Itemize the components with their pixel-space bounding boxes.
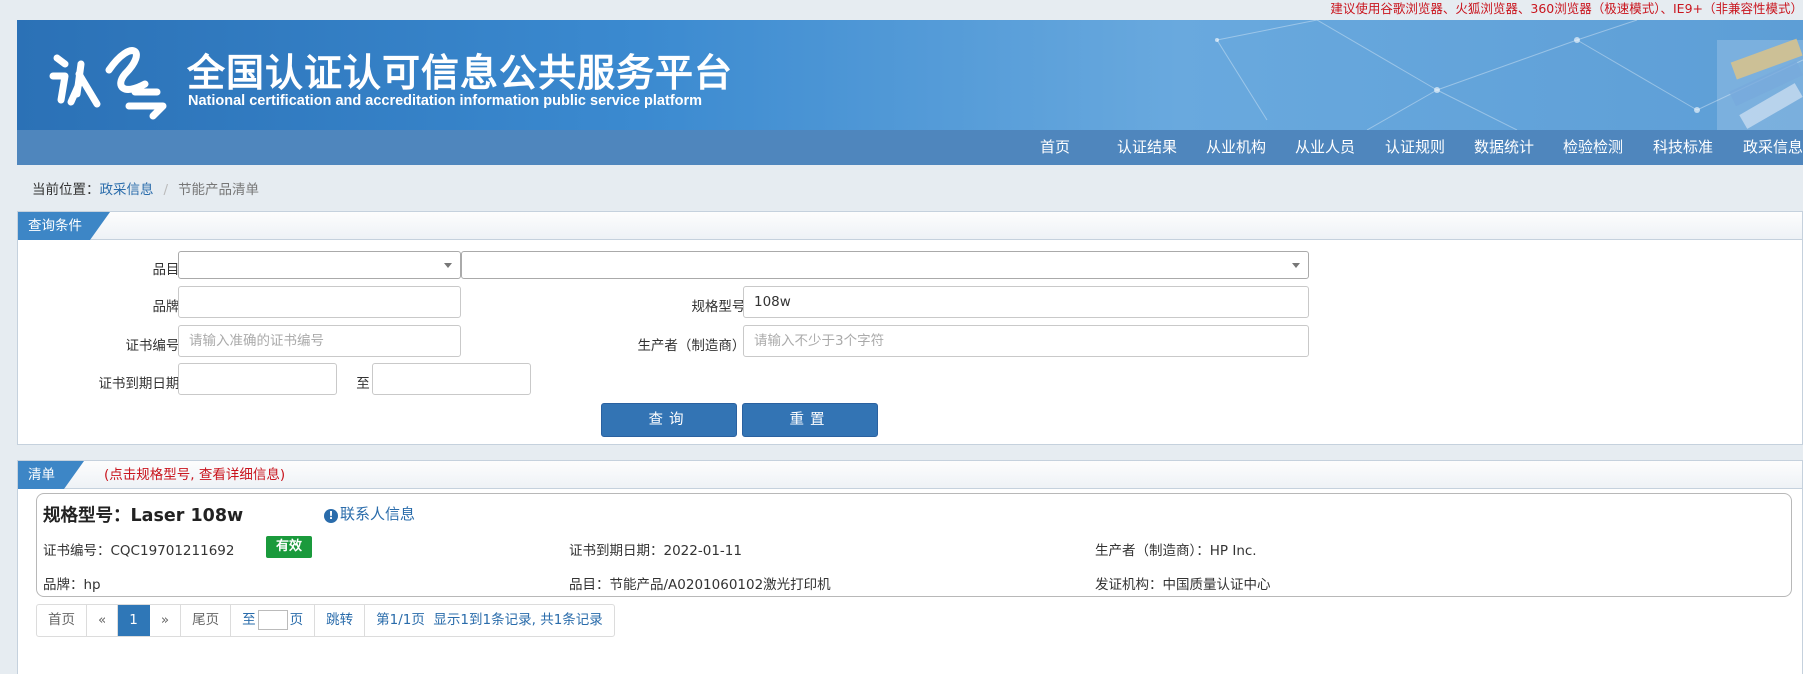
nav-item-cert-rules[interactable]: 认证规则: [1385, 130, 1445, 165]
pager-jump-button[interactable]: 跳转: [315, 605, 366, 636]
query-panel-header: 查询条件: [18, 212, 1802, 240]
nav-item-tech-standards[interactable]: 科技标准: [1653, 130, 1713, 165]
pagination: 首页 « 1 » 尾页 至页 跳转 第1/1页 显示1到1条记录, 共1条记录: [36, 604, 615, 637]
query-panel: 查询条件 品目: 品牌: 规格型号: 证书编号: 生产者（制造商）: 证书到期日…: [17, 211, 1803, 445]
breadcrumb-link-procurement[interactable]: 政采信息: [100, 182, 154, 198]
nav-item-inspection[interactable]: 检验检测: [1563, 130, 1623, 165]
nav-item-institutions[interactable]: 从业机构: [1206, 130, 1266, 165]
result-panel-tab: 清单: [18, 461, 84, 489]
model-title-link[interactable]: 规格型号：Laser 108w: [43, 502, 243, 527]
expiry-label: 证书到期日期:: [98, 376, 184, 392]
site-banner: 全国认证认可信息公共服务平台 National certification an…: [17, 20, 1803, 130]
category-select[interactable]: [178, 251, 461, 279]
brand: 品牌：hp: [43, 577, 101, 593]
site-subtitle: National certification and accreditation…: [188, 93, 703, 109]
site-title: 全国认证认可信息公共服务平台: [187, 51, 734, 95]
contact-info-label: 联系人信息: [340, 505, 416, 523]
chevron-down-icon: [1292, 263, 1300, 268]
cert-no-input[interactable]: [178, 325, 461, 357]
subcategory-select[interactable]: [461, 251, 1309, 279]
breadcrumb-prefix: 当前位置：: [32, 182, 100, 198]
status-badge: 有效: [266, 536, 313, 558]
brand-label: 品牌:: [152, 299, 184, 315]
pager-goto: 至页: [231, 605, 316, 636]
pager-current-page[interactable]: 1: [118, 605, 150, 636]
nav-item-practitioners[interactable]: 从业人员: [1295, 130, 1355, 165]
cert-number: 证书编号：CQC19701211692: [43, 543, 235, 559]
category: 品目：节能产品/A0201060102激光打印机: [569, 577, 831, 593]
main-nav: 首页 认证结果 从业机构 从业人员 认证规则 数据统计 检验检测 科技标准 政采…: [17, 130, 1803, 165]
reset-button[interactable]: 重置: [742, 403, 878, 437]
result-card: 规格型号：Laser 108w ! 联系人信息 证书编号：CQC197012116…: [36, 493, 1792, 597]
search-button[interactable]: 查询: [601, 403, 737, 437]
breadcrumb: 当前位置：政采信息 / 节能产品清单: [32, 178, 259, 198]
chevron-down-icon: [444, 263, 452, 268]
expiry-from-input[interactable]: [178, 363, 337, 395]
nav-item-procurement[interactable]: 政采信息: [1743, 130, 1803, 165]
info-icon: !: [324, 509, 338, 523]
query-panel-tab: 查询条件: [18, 212, 110, 240]
brand-input[interactable]: [178, 286, 461, 318]
browser-notice: 建议使用谷歌浏览器、火狐浏览器、360浏览器（极速模式）、IE9+（非兼容性模式…: [1330, 1, 1803, 16]
pager-goto-prefix: 至: [242, 612, 256, 628]
model-input[interactable]: [743, 286, 1309, 318]
manufacturer-input[interactable]: [743, 325, 1309, 357]
result-panel: 清单 (点击规格型号, 查看详细信息) 规格型号：Laser 108w ! 联系人…: [17, 460, 1803, 674]
manufacturer: 生产者（制造商）：HP Inc.: [1095, 543, 1257, 559]
nav-item-statistics[interactable]: 数据统计: [1474, 130, 1534, 165]
pager-summary: 第1/1页 显示1到1条记录, 共1条记录: [376, 612, 603, 628]
nav-item-cert-results[interactable]: 认证结果: [1117, 130, 1177, 165]
model-label: 规格型号:: [691, 299, 750, 315]
result-hint: (点击规格型号, 查看详细信息): [104, 467, 286, 483]
pager-last[interactable]: 尾页: [181, 605, 232, 636]
nav-item-home[interactable]: 首页: [1040, 130, 1070, 165]
manufacturer-label: 生产者（制造商）:: [637, 338, 750, 354]
issuing-body: 发证机构：中国质量认证中心: [1095, 577, 1271, 593]
pager-goto-input[interactable]: [257, 610, 288, 630]
cert-expiry: 证书到期日期：2022-01-11: [569, 543, 742, 559]
pager-prev[interactable]: «: [87, 605, 119, 636]
ren-yun-logo: [49, 47, 167, 120]
breadcrumb-separator: /: [163, 182, 169, 198]
pager-next[interactable]: »: [150, 605, 182, 636]
category-label: 品目:: [152, 262, 184, 278]
pager-goto-suffix: 页: [289, 612, 304, 628]
pager-first[interactable]: 首页: [37, 605, 87, 636]
cert-no-label: 证书编号:: [125, 338, 184, 354]
expiry-to-input[interactable]: [372, 363, 531, 395]
breadcrumb-current: 节能产品清单: [178, 182, 260, 198]
result-panel-header: 清单 (点击规格型号, 查看详细信息): [18, 461, 1802, 489]
contact-info-link[interactable]: ! 联系人信息: [324, 503, 415, 524]
